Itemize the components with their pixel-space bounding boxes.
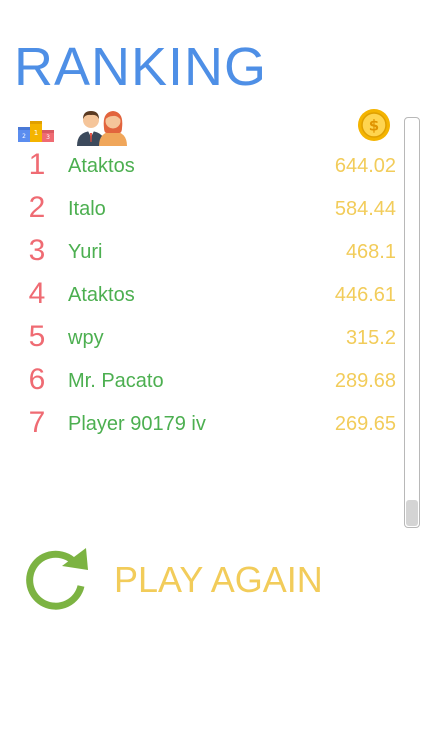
ranking-row: 7 Player 90179 iv 269.65 [0,404,400,447]
player-score: 644.02 [334,155,396,177]
svg-text:3: 3 [46,134,50,141]
svg-text:$: $ [369,117,379,135]
rank-number: 2 [28,191,46,224]
svg-text:1: 1 [34,129,38,137]
player-name: Ataktos [68,155,135,177]
player-score: 468.1 [345,241,396,263]
rank-number: 4 [28,277,46,310]
player-name: Italo [68,198,106,220]
scrollbar-thumb[interactable] [406,500,418,526]
rank-number: 7 [28,406,46,439]
play-again-label[interactable]: PLAY AGAIN [114,562,323,598]
ranking-row: 2 Italo 584.44 [0,189,400,232]
svg-text:2: 2 [22,133,26,140]
player-name: Player 90179 iv [68,413,206,435]
player-score: 289.68 [334,370,396,392]
users-icon [77,111,127,146]
rank-number: 1 [28,148,46,181]
player-name: Yuri [68,241,103,263]
ranking-list[interactable]: 1 Ataktos 644.02 2 Italo 584.44 3 Yuri 4… [0,146,400,447]
player-score: 269.65 [334,413,396,435]
ranking-header: 1 2 3 $ [0,106,422,146]
refresh-icon[interactable] [18,544,92,618]
player-name: wpy [68,327,104,349]
ranking-row: 3 Yuri 468.1 [0,232,400,275]
player-name: Mr. Pacato [68,370,164,392]
player-score: 446.61 [334,284,396,306]
rank-number: 5 [28,320,46,353]
player-score: 315.2 [345,327,396,349]
ranking-row: 1 Ataktos 644.02 [0,146,400,189]
ranking-row: 6 Mr. Pacato 289.68 [0,361,400,404]
coin-icon: $ [358,109,390,141]
rank-number: 3 [28,234,46,267]
ranking-row: 5 wpy 315.2 [0,318,400,361]
ranking-row: 4 Ataktos 446.61 [0,275,400,318]
rank-number: 6 [28,363,46,396]
page-title: RANKING [14,37,268,97]
player-score: 584.44 [334,198,396,220]
podium-icon: 1 2 3 [18,121,54,142]
play-again-button[interactable]: PLAY AGAIN [18,540,348,620]
ranking-scrollbar[interactable] [404,117,420,528]
player-name: Ataktos [68,284,135,306]
